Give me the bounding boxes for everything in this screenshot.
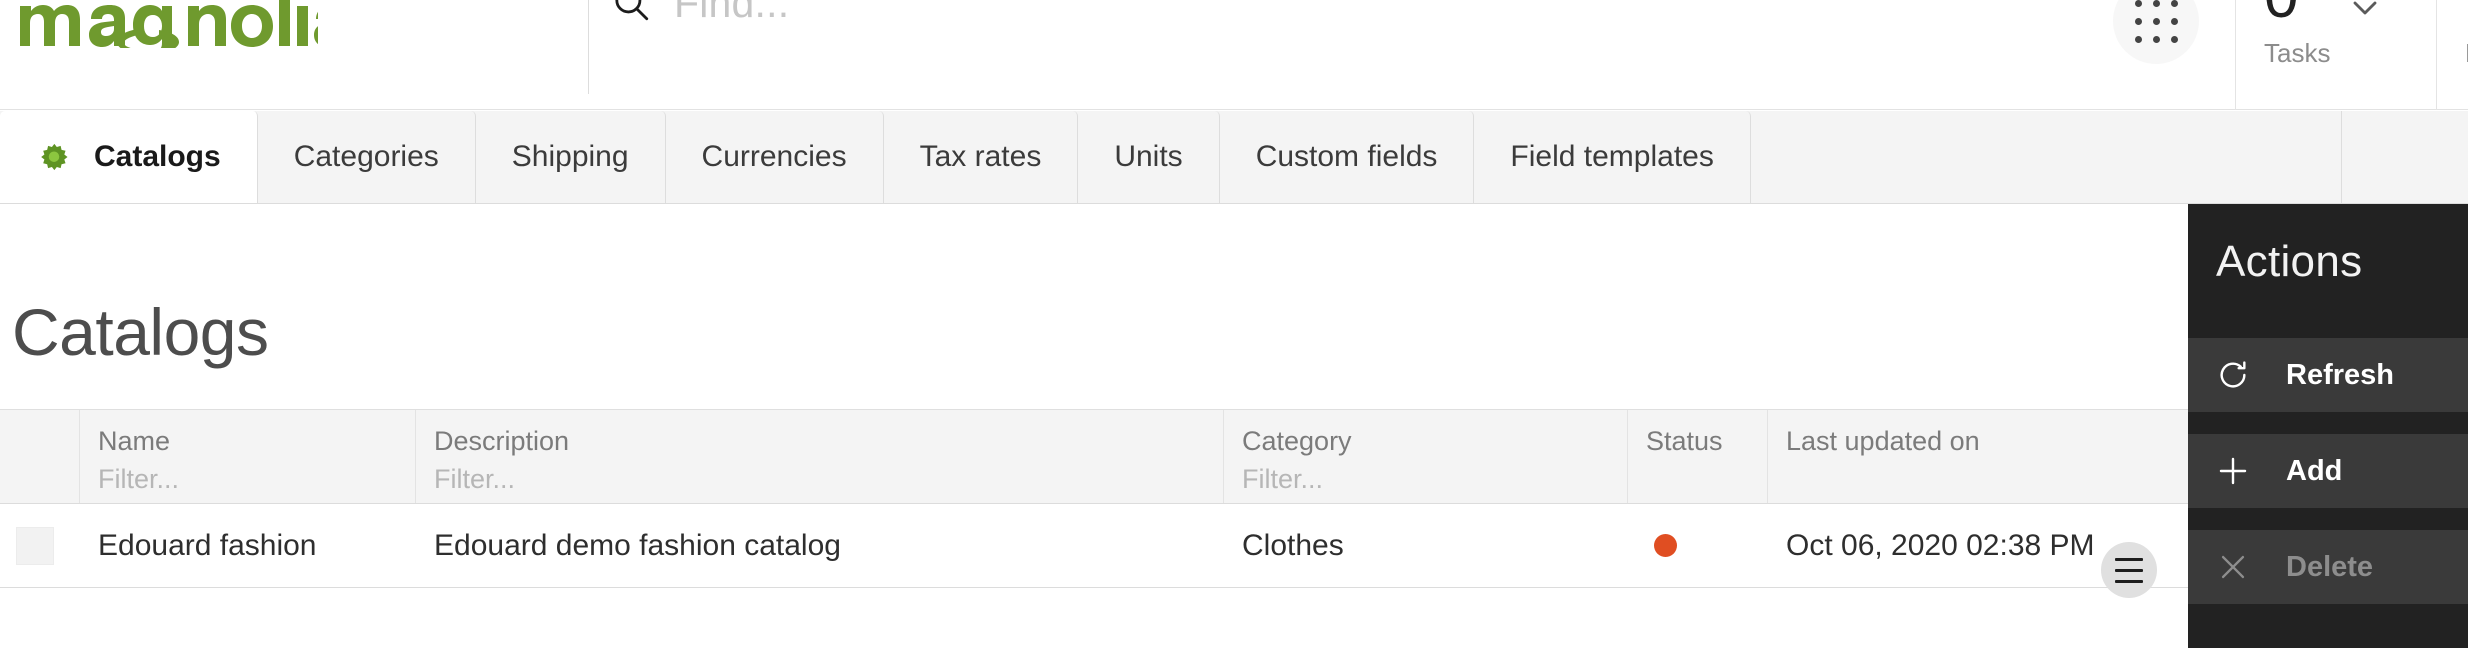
search-input[interactable] (674, 0, 1574, 27)
filter-input-name[interactable] (98, 464, 390, 495)
table-row[interactable]: Edouard fashion Edouard demo fashion cat… (0, 504, 2468, 588)
tab-catalogs[interactable]: Catalogs (0, 111, 258, 203)
content-area: Catalogs Name Description Category (0, 204, 2468, 648)
tab-tax-rates[interactable]: Tax rates (883, 111, 1079, 203)
column-header-name: Name (80, 410, 416, 503)
tab-partial-next[interactable] (2342, 111, 2468, 203)
tab-custom-fields[interactable]: Custom fields (1219, 111, 1475, 203)
tab-bar-spacer (1750, 111, 2342, 203)
magnolia-logo[interactable]: ® (18, 0, 318, 48)
tab-label: Units (1114, 140, 1183, 173)
action-label: Refresh (2286, 358, 2394, 391)
global-search[interactable] (610, 0, 1574, 40)
close-x-icon (2216, 550, 2250, 584)
cell-category: Clothes (1242, 528, 1344, 562)
tab-units[interactable]: Units (1078, 111, 1220, 203)
row-checkbox[interactable] (16, 526, 54, 565)
filter-input-description[interactable] (434, 464, 1160, 495)
column-header-status: Status (1628, 410, 1768, 503)
gear-icon (36, 139, 72, 175)
row-select-cell (0, 526, 80, 565)
column-header-select (0, 410, 80, 503)
hamburger-icon[interactable] (2101, 542, 2157, 598)
tasks-indicator[interactable]: 0 Tasks (2235, 0, 2435, 110)
add-button[interactable]: Add (2188, 434, 2468, 508)
catalogs-table: Name Description Category Status Last up… (0, 409, 2468, 588)
cell-name: Edouard fashion (98, 528, 317, 562)
action-label: Add (2286, 454, 2343, 487)
actions-list: Refresh Add Delete (2188, 338, 2468, 604)
table-header-row: Name Description Category Status Last up… (0, 409, 2468, 504)
tab-label: Field templates (1510, 140, 1714, 173)
action-label: Delete (2286, 550, 2374, 583)
column-label: Description (434, 426, 570, 456)
tab-label: Custom fields (1255, 140, 1438, 173)
tab-label: Tax rates (919, 140, 1042, 173)
page-title: Catalogs (12, 295, 269, 369)
delete-button: Delete (2188, 530, 2468, 604)
column-label: Status (1646, 426, 1723, 456)
top-bar: ® 0 Tasks 99+ Notifications (0, 0, 2468, 110)
tab-bar: Catalogs Categories Shipping Currencies … (0, 111, 2468, 204)
tab-label: Shipping (511, 140, 629, 173)
refresh-button[interactable]: Refresh (2188, 338, 2468, 412)
tab-field-templates[interactable]: Field templates (1474, 111, 1751, 203)
search-icon (615, 0, 649, 21)
tab-currencies[interactable]: Currencies (665, 111, 884, 203)
grid-dots-icon (2134, 0, 2178, 43)
tasks-label: Tasks (2264, 38, 2331, 68)
search-divider (588, 0, 589, 94)
chevron-down-icon[interactable] (2345, 0, 2385, 28)
tasks-count: 0 (2264, 0, 2298, 31)
column-label: Category (1242, 426, 1352, 456)
actions-panel: Actions Refresh Add Delete (2188, 204, 2468, 648)
tab-label: Currencies (701, 140, 847, 173)
column-header-description: Description (416, 410, 1224, 503)
tab-shipping[interactable]: Shipping (475, 111, 666, 203)
filter-input-category[interactable] (1242, 464, 1597, 495)
status-badge (1654, 534, 1677, 557)
cell-status (1628, 534, 1768, 557)
actions-panel-title: Actions (2216, 237, 2363, 286)
refresh-icon (2216, 358, 2250, 392)
tab-categories[interactable]: Categories (257, 111, 476, 203)
plus-icon (2216, 454, 2250, 488)
tab-label: Categories (293, 140, 439, 173)
notifications-indicator[interactable]: 99+ Notifications (2436, 0, 2468, 110)
app-window: ® 0 Tasks 99+ Notifications (0, 0, 2468, 648)
column-label: Name (98, 426, 171, 456)
tab-label: Catalogs (94, 140, 221, 173)
apps-grid-button[interactable] (2113, 0, 2199, 64)
column-header-category: Category (1224, 410, 1628, 503)
cell-description: Edouard demo fashion catalog (434, 528, 841, 562)
